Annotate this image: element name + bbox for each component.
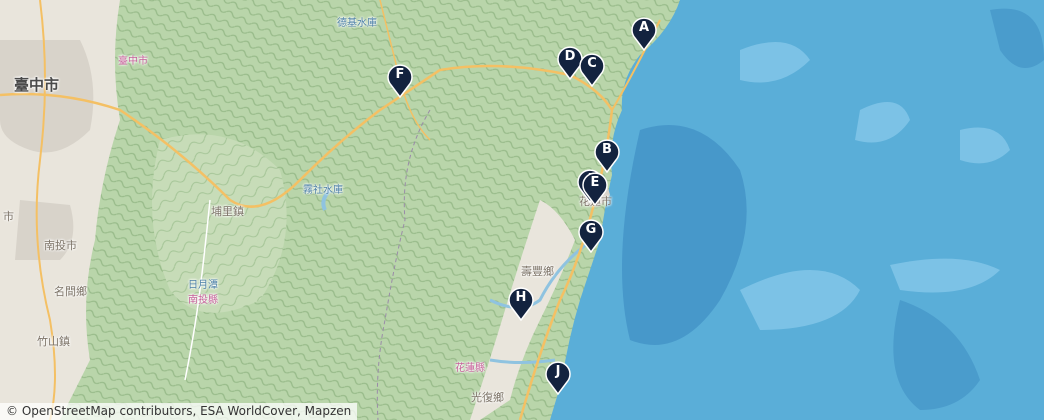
marker-label: J xyxy=(555,364,561,379)
map-marker-g[interactable]: G xyxy=(578,219,604,253)
map-view[interactable]: 臺中市 臺中市 德基水庫 霧社水庫 埔里鎮 南投市 市 日月潭 南投縣 名間鄉 … xyxy=(0,0,1044,420)
marker-label: B xyxy=(602,142,612,157)
place-label-puli: 埔里鎮 xyxy=(211,205,244,218)
place-label-deji-reservoir: 德基水庫 xyxy=(337,18,377,29)
place-label-mingjian: 名間鄉 xyxy=(54,285,87,298)
place-label-zhushan: 竹山鎮 xyxy=(37,335,70,348)
map-attribution[interactable]: © OpenStreetMap contributors, ESA WorldC… xyxy=(0,403,358,420)
map-marker-j[interactable]: J xyxy=(545,361,571,395)
place-label-taichung-small: 臺中市 xyxy=(118,56,148,67)
place-label-nantou-county: 南投縣 xyxy=(188,295,218,306)
place-label-taichung: 臺中市 xyxy=(14,76,60,94)
place-label-hualien-county: 花蓮縣 xyxy=(455,363,485,374)
map-marker-a[interactable]: A xyxy=(631,17,657,51)
marker-label: C xyxy=(587,56,597,71)
map-marker-h[interactable]: H xyxy=(508,287,534,321)
place-label-nantou-city: 南投市 xyxy=(44,239,77,252)
map-basemap xyxy=(0,0,1044,420)
place-label-nantou-cut: 市 xyxy=(3,210,14,223)
marker-label: E xyxy=(590,175,600,190)
map-marker-e[interactable]: E xyxy=(582,172,608,206)
map-marker-f[interactable]: F xyxy=(387,64,413,98)
place-label-wushe-reservoir: 霧社水庫 xyxy=(303,185,343,196)
marker-label: F xyxy=(395,67,405,82)
marker-label: G xyxy=(585,222,597,237)
marker-label: H xyxy=(515,290,527,305)
place-label-guangfu: 光復鄉 xyxy=(471,391,504,404)
map-marker-c[interactable]: C xyxy=(579,53,605,87)
map-marker-b[interactable]: B xyxy=(594,139,620,173)
place-label-shoufeng: 壽豐鄉 xyxy=(521,265,554,278)
marker-label: A xyxy=(638,20,650,35)
place-label-sun-moon-lake: 日月潭 xyxy=(188,280,218,291)
